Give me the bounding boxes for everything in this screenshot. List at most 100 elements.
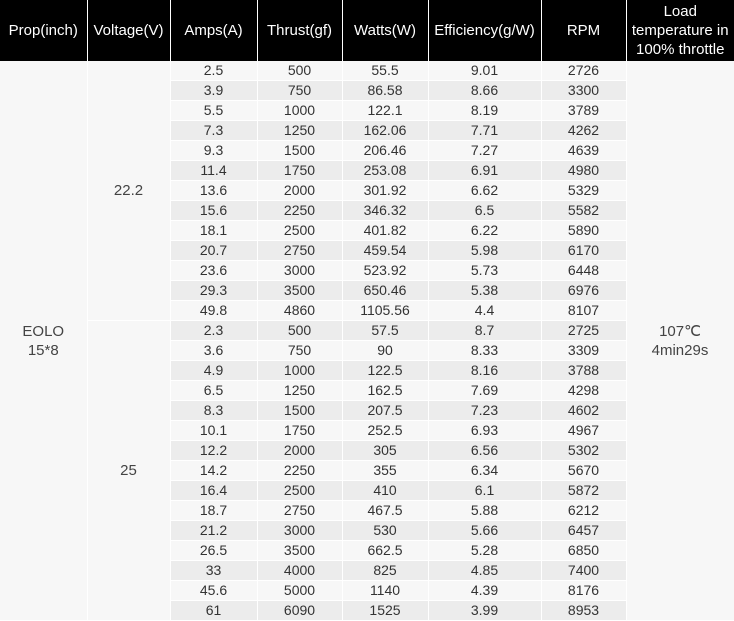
thrust-cell: 1250 — [257, 120, 343, 141]
rpm-cell: 3788 — [541, 360, 627, 381]
amps-cell: 11.4 — [170, 160, 258, 181]
thrust-cell: 2250 — [257, 460, 343, 481]
watts-cell: 162.5 — [342, 380, 429, 401]
header-rpm: RPM — [541, 0, 627, 61]
thrust-cell: 3500 — [257, 280, 343, 301]
watts-cell: 207.5 — [342, 400, 429, 421]
watts-cell: 410 — [342, 480, 429, 501]
amps-cell: 4.9 — [170, 360, 258, 381]
rpm-cell: 2726 — [541, 61, 627, 81]
thrust-cell: 3000 — [257, 260, 343, 281]
voltage-cell: 25 — [87, 320, 171, 621]
efficiency-cell: 5.66 — [428, 520, 542, 541]
thrust-cell: 3000 — [257, 520, 343, 541]
rpm-cell: 5582 — [541, 200, 627, 221]
efficiency-cell: 6.34 — [428, 460, 542, 481]
thrust-cell: 6090 — [257, 600, 343, 621]
rpm-cell: 7400 — [541, 560, 627, 581]
rpm-cell: 8953 — [541, 600, 627, 621]
rpm-cell: 4639 — [541, 140, 627, 161]
thrust-cell: 1500 — [257, 400, 343, 421]
amps-cell: 6.5 — [170, 380, 258, 401]
rpm-cell: 6976 — [541, 280, 627, 301]
watts-cell: 650.46 — [342, 280, 429, 301]
rpm-cell: 5872 — [541, 480, 627, 501]
efficiency-cell: 8.16 — [428, 360, 542, 381]
thrust-cell: 750 — [257, 80, 343, 101]
thrust-cell: 4000 — [257, 560, 343, 581]
rpm-cell: 4967 — [541, 420, 627, 441]
temperature-value: 107℃ — [659, 322, 701, 340]
watts-cell: 346.32 — [342, 200, 429, 221]
efficiency-cell: 6.22 — [428, 220, 542, 241]
thrust-cell: 2750 — [257, 500, 343, 521]
header-thrust: Thrust(gf) — [257, 0, 343, 61]
thrust-cell: 1750 — [257, 160, 343, 181]
thrust-cell: 2000 — [257, 180, 343, 201]
temperature-duration: 4min29s — [651, 341, 709, 359]
rpm-cell: 4980 — [541, 160, 627, 181]
watts-cell: 1105.56 — [342, 300, 429, 321]
amps-cell: 33 — [170, 560, 258, 581]
rpm-cell: 4298 — [541, 380, 627, 401]
watts-cell: 467.5 — [342, 500, 429, 521]
watts-cell: 206.46 — [342, 140, 429, 161]
watts-cell: 355 — [342, 460, 429, 481]
amps-cell: 29.3 — [170, 280, 258, 301]
thrust-cell: 500 — [257, 61, 343, 81]
rpm-cell: 8176 — [541, 580, 627, 601]
efficiency-cell: 9.01 — [428, 61, 542, 81]
watts-cell: 825 — [342, 560, 429, 581]
amps-cell: 45.6 — [170, 580, 258, 601]
rpm-cell: 3309 — [541, 340, 627, 361]
watts-cell: 162.06 — [342, 120, 429, 141]
thrust-cell: 2500 — [257, 220, 343, 241]
efficiency-cell: 5.98 — [428, 240, 542, 261]
thrust-cell: 3500 — [257, 540, 343, 561]
rpm-cell: 5670 — [541, 460, 627, 481]
watts-cell: 459.54 — [342, 240, 429, 261]
efficiency-cell: 6.1 — [428, 480, 542, 501]
efficiency-cell: 6.91 — [428, 160, 542, 181]
voltage-cell: 22.2 — [87, 61, 171, 321]
rpm-cell: 8107 — [541, 300, 627, 321]
watts-cell: 301.92 — [342, 180, 429, 201]
header-load-temperature: Load temperature in 100% throttle — [626, 0, 734, 61]
efficiency-cell: 5.73 — [428, 260, 542, 281]
watts-cell: 90 — [342, 340, 429, 361]
amps-cell: 20.7 — [170, 240, 258, 261]
efficiency-cell: 7.23 — [428, 400, 542, 421]
watts-cell: 523.92 — [342, 260, 429, 281]
efficiency-cell: 8.7 — [428, 320, 542, 341]
rpm-cell: 3789 — [541, 100, 627, 121]
amps-cell: 13.6 — [170, 180, 258, 201]
watts-cell: 662.5 — [342, 540, 429, 561]
rpm-cell: 4602 — [541, 400, 627, 421]
thrust-cell: 1000 — [257, 360, 343, 381]
thrust-cell: 2250 — [257, 200, 343, 221]
thrust-cell: 2500 — [257, 480, 343, 501]
efficiency-cell: 5.28 — [428, 540, 542, 561]
efficiency-cell: 7.69 — [428, 380, 542, 401]
watts-cell: 305 — [342, 440, 429, 461]
rpm-cell: 2725 — [541, 320, 627, 341]
rpm-cell: 6170 — [541, 240, 627, 261]
watts-cell: 1140 — [342, 580, 429, 601]
watts-cell: 253.08 — [342, 160, 429, 181]
rpm-cell: 5890 — [541, 220, 627, 241]
header-voltage: Voltage(V) — [87, 0, 171, 61]
rpm-cell: 6212 — [541, 500, 627, 521]
efficiency-cell: 7.71 — [428, 120, 542, 141]
efficiency-cell: 6.62 — [428, 180, 542, 201]
thrust-cell: 750 — [257, 340, 343, 361]
watts-cell: 86.58 — [342, 80, 429, 101]
thrust-cell: 4860 — [257, 300, 343, 321]
thrust-cell: 2000 — [257, 440, 343, 461]
thrust-cell: 1250 — [257, 380, 343, 401]
amps-cell: 8.3 — [170, 400, 258, 421]
amps-cell: 12.2 — [170, 440, 258, 461]
efficiency-cell: 6.93 — [428, 420, 542, 441]
amps-cell: 26.5 — [170, 540, 258, 561]
rpm-cell: 5329 — [541, 180, 627, 201]
rpm-cell: 6850 — [541, 540, 627, 561]
